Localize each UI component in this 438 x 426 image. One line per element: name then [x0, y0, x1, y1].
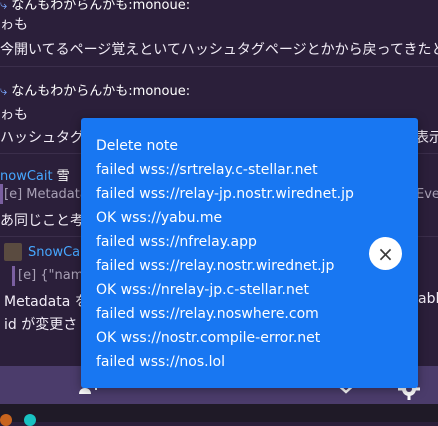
relay-result: failed wss://nfrelay.app [96, 234, 257, 250]
post-text: ゎも [0, 17, 28, 33]
taskbar-strip [0, 404, 438, 422]
relay-result: failed wss://relay.nostr.wirednet.jp [96, 258, 335, 274]
relay-result: OK wss://yabu.me [96, 210, 223, 226]
quote-bar [0, 184, 3, 204]
post-author[interactable]: ⤷ なんもわからんかも:monoue: [0, 0, 438, 13]
taskbar-icon[interactable] [24, 414, 36, 426]
truncated-text: 表示 [415, 130, 438, 146]
post-meta: [e] {"name [18, 268, 88, 283]
taskbar-icon[interactable] [0, 414, 12, 426]
quote-bar [12, 266, 15, 286]
relay-result: failed wss://relay-jp.nostr.wirednet.jp [96, 186, 354, 202]
post-author[interactable]: SnowCa [28, 245, 88, 260]
relay-result: failed wss://nos.lol [96, 354, 225, 370]
relay-result: OK wss://nrelay-jp.c-stellar.net [96, 282, 309, 298]
toast-title: Delete note [96, 138, 178, 154]
post-text: id が変更さ [4, 317, 78, 333]
reply-icon: ⤷ [0, 84, 8, 99]
relay-result: failed wss://relay.noswhere.com [96, 306, 319, 322]
truncated-text: Eve [416, 187, 438, 202]
avatar[interactable] [4, 243, 22, 261]
divider [0, 66, 438, 67]
post-author[interactable]: ⤷ なんもわからんかも:monoue: [0, 80, 438, 99]
close-icon[interactable]: × [369, 237, 402, 270]
relay-result: OK wss://nostr.compile-error.net [96, 330, 321, 346]
relay-result: failed wss://srtrelay.c-stellar.net [96, 162, 318, 178]
truncated-text: abl [418, 291, 438, 307]
delete-note-toast: Delete note failed wss://srtrelay.c-stel… [81, 118, 418, 388]
post-text: 今開いてるページ覚えといてハッシュタグページとかから戻ってきたときもの [0, 42, 438, 58]
post-text: Metadata を [4, 294, 88, 310]
reply-icon: ⤷ [0, 0, 8, 13]
